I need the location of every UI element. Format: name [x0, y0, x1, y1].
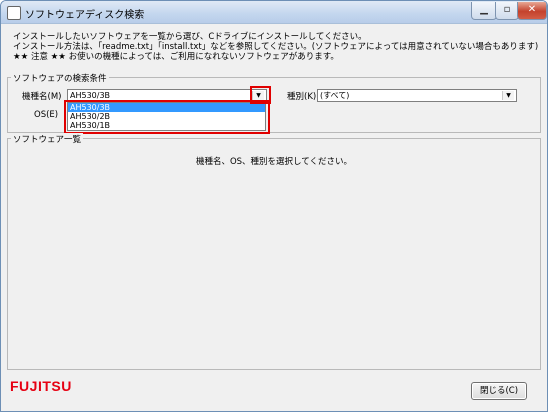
software-list-group [7, 138, 541, 370]
search-criteria-label: ソフトウェアの検索条件 [11, 72, 109, 84]
instruction-line-3: ★★ 注意 ★★ お使いの機種によっては、ご利用になれないソフトウェアがあります… [13, 52, 339, 62]
main-window: ソフトウェアディスク検索 ▁ ▫ ✕ インストールしたいソフトウェアを一覧から選… [0, 0, 548, 412]
model-label: 機種名(M) [22, 92, 62, 102]
title-bar[interactable]: ソフトウェアディスク検索 ▁ ▫ ✕ [1, 1, 547, 24]
chevron-down-icon[interactable]: ▼ [502, 91, 514, 100]
close-button[interactable]: 閉じる(C) [471, 382, 527, 400]
type-combobox-value: (すべて) [320, 91, 350, 100]
dropdown-highlight-box [64, 100, 270, 134]
type-label: 種別(K) [287, 92, 317, 102]
minimize-button[interactable]: ▁ [471, 2, 497, 20]
maximize-button[interactable]: ▫ [495, 2, 519, 20]
os-label: OS(E) [34, 110, 59, 120]
model-combobox-value: AH530/3B [70, 91, 111, 100]
select-prompt-message: 機種名、OS、種別を選択してください。 [195, 157, 353, 167]
type-combobox[interactable]: (すべて) ▼ [317, 89, 517, 102]
fujitsu-logo: FUJITSU [10, 378, 72, 394]
software-list-label: ソフトウェア一覧 [11, 133, 84, 145]
window-title: ソフトウェアディスク検索 [25, 10, 145, 21]
app-icon [7, 6, 21, 20]
close-window-button[interactable]: ✕ [517, 2, 547, 20]
